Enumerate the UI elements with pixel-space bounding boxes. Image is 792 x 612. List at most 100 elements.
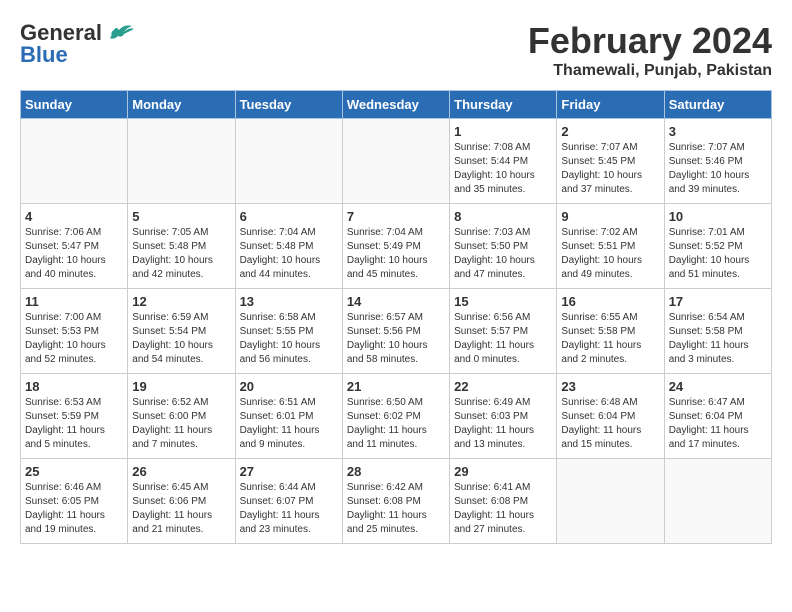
day-info: Sunrise: 6:57 AM Sunset: 5:56 PM Dayligh… bbox=[347, 311, 445, 367]
day-info: Sunrise: 6:50 AM Sunset: 6:02 PM Dayligh… bbox=[347, 396, 445, 452]
day-info: Sunrise: 7:02 AM Sunset: 5:51 PM Dayligh… bbox=[561, 226, 659, 282]
day-number: 28 bbox=[347, 464, 445, 479]
day-number: 3 bbox=[669, 124, 767, 139]
calendar-cell: 10Sunrise: 7:01 AM Sunset: 5:52 PM Dayli… bbox=[664, 204, 771, 289]
calendar-cell: 9 Sunrise: 7:02 AM Sunset: 5:51 PM Daylig… bbox=[557, 204, 664, 289]
calendar-cell: 1 Sunrise: 7:08 AM Sunset: 5:44 PM Daylig… bbox=[450, 119, 557, 204]
day-number: 13 bbox=[240, 294, 338, 309]
day-info: Sunrise: 6:46 AM Sunset: 6:05 PM Dayligh… bbox=[25, 481, 123, 537]
day-info: Sunrise: 6:52 AM Sunset: 6:00 PM Dayligh… bbox=[132, 396, 230, 452]
calendar-cell: 27 Sunrise: 6:44 AM Sunset: 6:07 PM Dayli… bbox=[235, 459, 342, 544]
calendar-cell: 14 Sunrise: 6:57 AM Sunset: 5:56 PM Dayli… bbox=[342, 289, 449, 374]
day-info: Sunrise: 7:07 AM Sunset: 5:46 PM Dayligh… bbox=[669, 141, 767, 197]
day-number: 16 bbox=[561, 294, 659, 309]
calendar-cell: 18 Sunrise: 6:53 AM Sunset: 5:59 PM Dayli… bbox=[21, 374, 128, 459]
day-number: 11 bbox=[25, 294, 123, 309]
day-number: 26 bbox=[132, 464, 230, 479]
calendar-cell: 17 Sunrise: 6:54 AM Sunset: 5:58 PM Dayli… bbox=[664, 289, 771, 374]
title-area: February 2024 Thamewali, Punjab, Pakista… bbox=[528, 20, 772, 80]
day-info: Sunrise: 6:56 AM Sunset: 5:57 PM Dayligh… bbox=[454, 311, 552, 367]
day-number: 10 bbox=[669, 209, 767, 224]
day-info: Sunrise: 6:59 AM Sunset: 5:54 PM Dayligh… bbox=[132, 311, 230, 367]
day-info: Sunrise: 6:58 AM Sunset: 5:55 PM Dayligh… bbox=[240, 311, 338, 367]
logo-blue-text: Blue bbox=[20, 42, 68, 68]
day-number: 18 bbox=[25, 379, 123, 394]
day-number: 15 bbox=[454, 294, 552, 309]
calendar-cell: 24Sunrise: 6:47 AM Sunset: 6:04 PM Dayli… bbox=[664, 374, 771, 459]
calendar-cell bbox=[664, 459, 771, 544]
calendar-cell bbox=[21, 119, 128, 204]
calendar-cell: 8 Sunrise: 7:03 AM Sunset: 5:50 PM Daylig… bbox=[450, 204, 557, 289]
calendar-cell: 25 Sunrise: 6:46 AM Sunset: 6:05 PM Dayli… bbox=[21, 459, 128, 544]
calendar-cell: 22 Sunrise: 6:49 AM Sunset: 6:03 PM Dayli… bbox=[450, 374, 557, 459]
calendar-cell: 4 Sunrise: 7:06 AM Sunset: 5:47 PM Daylig… bbox=[21, 204, 128, 289]
day-info: Sunrise: 6:45 AM Sunset: 6:06 PM Dayligh… bbox=[132, 481, 230, 537]
weekday-header-tuesday: Tuesday bbox=[235, 91, 342, 119]
calendar-cell: 12 Sunrise: 6:59 AM Sunset: 5:54 PM Dayli… bbox=[128, 289, 235, 374]
calendar-cell: 16Sunrise: 6:55 AM Sunset: 5:58 PM Dayli… bbox=[557, 289, 664, 374]
weekday-header-thursday: Thursday bbox=[450, 91, 557, 119]
day-number: 23 bbox=[561, 379, 659, 394]
day-number: 7 bbox=[347, 209, 445, 224]
week-row-3: 11 Sunrise: 7:00 AM Sunset: 5:53 PM Dayli… bbox=[21, 289, 772, 374]
day-number: 27 bbox=[240, 464, 338, 479]
day-number: 6 bbox=[240, 209, 338, 224]
day-number: 19 bbox=[132, 379, 230, 394]
calendar-cell: 13 Sunrise: 6:58 AM Sunset: 5:55 PM Dayli… bbox=[235, 289, 342, 374]
day-number: 12 bbox=[132, 294, 230, 309]
weekday-header-friday: Friday bbox=[557, 91, 664, 119]
day-info: Sunrise: 6:49 AM Sunset: 6:03 PM Dayligh… bbox=[454, 396, 552, 452]
day-number: 14 bbox=[347, 294, 445, 309]
calendar-cell: 29 Sunrise: 6:41 AM Sunset: 6:08 PM Dayli… bbox=[450, 459, 557, 544]
day-info: Sunrise: 6:54 AM Sunset: 5:58 PM Dayligh… bbox=[669, 311, 767, 367]
day-number: 8 bbox=[454, 209, 552, 224]
week-row-1: 1 Sunrise: 7:08 AM Sunset: 5:44 PM Daylig… bbox=[21, 119, 772, 204]
calendar-cell: 26 Sunrise: 6:45 AM Sunset: 6:06 PM Dayli… bbox=[128, 459, 235, 544]
day-number: 2 bbox=[561, 124, 659, 139]
month-title: February 2024 bbox=[528, 20, 772, 62]
day-info: Sunrise: 6:47 AM Sunset: 6:04 PM Dayligh… bbox=[669, 396, 767, 452]
day-number: 4 bbox=[25, 209, 123, 224]
day-info: Sunrise: 6:41 AM Sunset: 6:08 PM Dayligh… bbox=[454, 481, 552, 537]
day-number: 20 bbox=[240, 379, 338, 394]
day-number: 21 bbox=[347, 379, 445, 394]
calendar-cell bbox=[235, 119, 342, 204]
day-info: Sunrise: 6:51 AM Sunset: 6:01 PM Dayligh… bbox=[240, 396, 338, 452]
calendar-cell: 19 Sunrise: 6:52 AM Sunset: 6:00 PM Dayli… bbox=[128, 374, 235, 459]
calendar-cell: 6 Sunrise: 7:04 AM Sunset: 5:48 PM Daylig… bbox=[235, 204, 342, 289]
weekday-header-row: SundayMondayTuesdayWednesdayThursdayFrid… bbox=[21, 91, 772, 119]
calendar-cell: 15 Sunrise: 6:56 AM Sunset: 5:57 PM Dayli… bbox=[450, 289, 557, 374]
day-number: 17 bbox=[669, 294, 767, 309]
calendar-cell: 2Sunrise: 7:07 AM Sunset: 5:45 PM Daylig… bbox=[557, 119, 664, 204]
day-info: Sunrise: 7:04 AM Sunset: 5:49 PM Dayligh… bbox=[347, 226, 445, 282]
calendar-cell: 3 Sunrise: 7:07 AM Sunset: 5:46 PM Daylig… bbox=[664, 119, 771, 204]
day-number: 1 bbox=[454, 124, 552, 139]
calendar-cell: 21 Sunrise: 6:50 AM Sunset: 6:02 PM Dayli… bbox=[342, 374, 449, 459]
day-number: 25 bbox=[25, 464, 123, 479]
weekday-header-saturday: Saturday bbox=[664, 91, 771, 119]
day-info: Sunrise: 7:08 AM Sunset: 5:44 PM Dayligh… bbox=[454, 141, 552, 197]
day-number: 9 bbox=[561, 209, 659, 224]
calendar-cell: 7 Sunrise: 7:04 AM Sunset: 5:49 PM Daylig… bbox=[342, 204, 449, 289]
weekday-header-monday: Monday bbox=[128, 91, 235, 119]
day-info: Sunrise: 7:03 AM Sunset: 5:50 PM Dayligh… bbox=[454, 226, 552, 282]
day-info: Sunrise: 7:06 AM Sunset: 5:47 PM Dayligh… bbox=[25, 226, 123, 282]
calendar-cell: 20 Sunrise: 6:51 AM Sunset: 6:01 PM Dayli… bbox=[235, 374, 342, 459]
weekday-header-sunday: Sunday bbox=[21, 91, 128, 119]
calendar-cell: 5Sunrise: 7:05 AM Sunset: 5:48 PM Daylig… bbox=[128, 204, 235, 289]
day-number: 22 bbox=[454, 379, 552, 394]
logo: General Blue bbox=[20, 20, 134, 68]
day-info: Sunrise: 7:00 AM Sunset: 5:53 PM Dayligh… bbox=[25, 311, 123, 367]
day-info: Sunrise: 6:53 AM Sunset: 5:59 PM Dayligh… bbox=[25, 396, 123, 452]
calendar-cell bbox=[128, 119, 235, 204]
logo-bird-icon bbox=[104, 22, 134, 44]
day-info: Sunrise: 6:44 AM Sunset: 6:07 PM Dayligh… bbox=[240, 481, 338, 537]
calendar-cell: 23Sunrise: 6:48 AM Sunset: 6:04 PM Dayli… bbox=[557, 374, 664, 459]
day-number: 29 bbox=[454, 464, 552, 479]
calendar-cell bbox=[557, 459, 664, 544]
day-info: Sunrise: 7:04 AM Sunset: 5:48 PM Dayligh… bbox=[240, 226, 338, 282]
day-info: Sunrise: 6:42 AM Sunset: 6:08 PM Dayligh… bbox=[347, 481, 445, 537]
day-info: Sunrise: 7:05 AM Sunset: 5:48 PM Dayligh… bbox=[132, 226, 230, 282]
location-title: Thamewali, Punjab, Pakistan bbox=[528, 62, 772, 80]
calendar-cell: 28 Sunrise: 6:42 AM Sunset: 6:08 PM Dayli… bbox=[342, 459, 449, 544]
